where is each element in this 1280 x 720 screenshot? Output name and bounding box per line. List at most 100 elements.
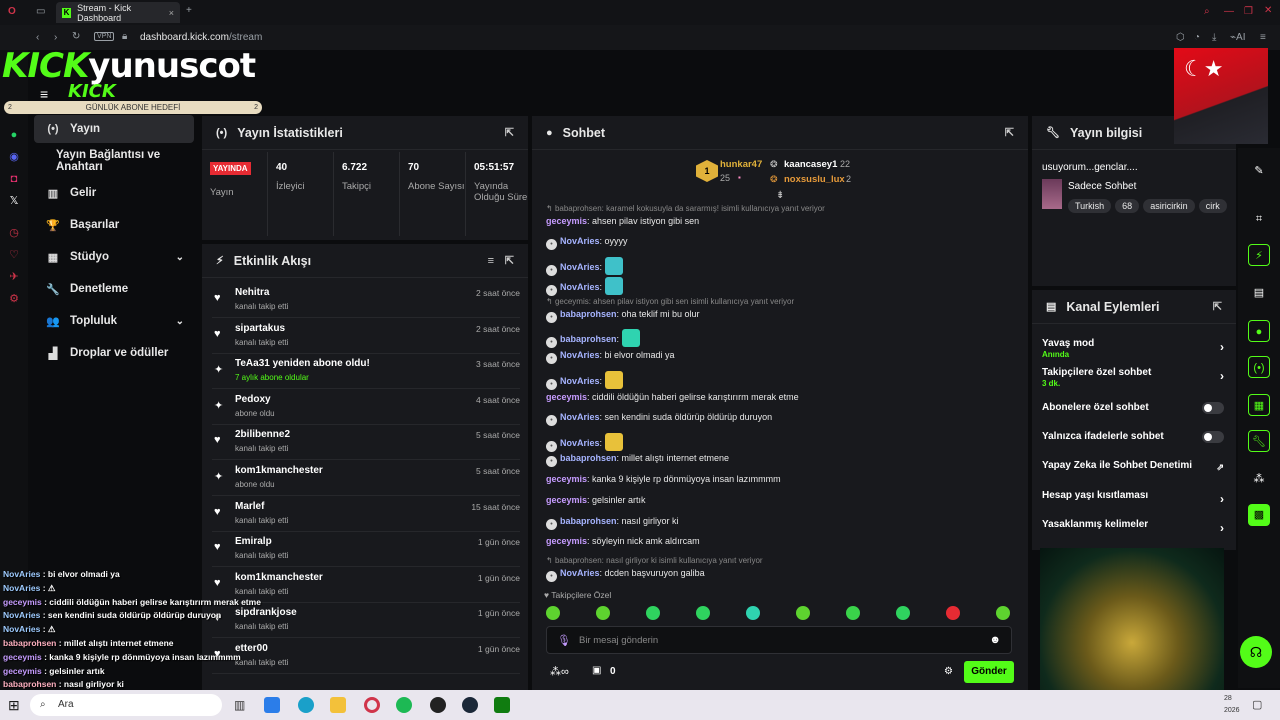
search-tabs-icon[interactable]: ⌕: [1204, 6, 1210, 17]
discord-icon[interactable]: ◉: [7, 150, 21, 164]
emote-icon[interactable]: [596, 606, 610, 620]
emote-icon[interactable]: [946, 606, 960, 620]
notification-icon[interactable]: ▢: [1252, 698, 1262, 711]
filter-icon[interactable]: ≡: [488, 255, 494, 267]
chat-username[interactable]: geceymis: [546, 495, 587, 505]
broadcast-icon[interactable]: (•): [1248, 356, 1270, 378]
top-gifter-3[interactable]: noxsuslu_lux: [784, 174, 845, 185]
chat-message[interactable]: • NovAries:: [546, 371, 623, 390]
extension-icon[interactable]: ⬡: [1176, 32, 1185, 43]
nav-stream-key[interactable]: Yayın Bağlantısı ve Anahtarı: [34, 147, 194, 175]
nav-droplar[interactable]: ▟ Droplar ve ödüller: [34, 339, 194, 367]
banned-words-row[interactable]: Yasaklanmış kelimeler ›: [1042, 519, 1224, 535]
nav-basarilar[interactable]: 🏆 Başarılar: [34, 211, 194, 239]
event-row[interactable]: ✦ TeAa31 yeniden abone oldu! 7 aylık abone…: [212, 355, 520, 390]
chat-bubble-icon[interactable]: ●: [1248, 320, 1270, 342]
outlook-icon[interactable]: [264, 697, 280, 713]
chat-username[interactable]: NovAries: [560, 350, 600, 360]
obs-icon[interactable]: [430, 697, 446, 713]
emote-icon[interactable]: [646, 606, 660, 620]
gift-box-icon[interactable]: ▣: [592, 665, 601, 676]
nav-denetleme[interactable]: 🔧 Denetleme: [34, 275, 194, 303]
subs-chat-toggle[interactable]: [1202, 402, 1224, 414]
clock-year[interactable]: 2026: [1224, 707, 1240, 714]
chat-username[interactable]: NovAries: [560, 262, 600, 272]
event-row[interactable]: ♥ Marlef kanalı takip etti 15 saat önce: [212, 498, 520, 532]
chat-message[interactable]: • NovAries: sen kendini suda öldürüp öldü…: [546, 412, 772, 426]
chat-message[interactable]: geceymis: söyleyin nick amk aldırcam: [546, 536, 700, 546]
chat-username[interactable]: NovAries: [560, 438, 600, 448]
opera-icon[interactable]: [364, 697, 380, 713]
pencil-icon[interactable]: ✎: [1248, 160, 1270, 182]
emote-icon[interactable]: [746, 606, 760, 620]
emoji-icon[interactable]: ☻: [989, 634, 1001, 646]
tab-stream[interactable]: K Stream - Kick Dashboard ×: [56, 2, 180, 23]
chat-username[interactable]: babaprohsen: [560, 516, 617, 526]
window-close-icon[interactable]: ✕: [1264, 5, 1272, 16]
points-icon[interactable]: ⁂: [1248, 468, 1270, 490]
chat-username[interactable]: babaprohsen: [560, 453, 617, 463]
tag[interactable]: cirk: [1198, 199, 1227, 213]
category-name[interactable]: Sadece Sohbet: [1068, 181, 1136, 192]
event-row[interactable]: ✦ Pedoxy abone oldu 4 saat önce: [212, 391, 520, 425]
tag[interactable]: asiricirkin: [1143, 199, 1195, 213]
minimize-icon[interactable]: —: [1224, 6, 1234, 17]
chat-input[interactable]: 🎙︎ Bir mesaj gönderin ☻: [546, 626, 1012, 654]
points-icon[interactable]: ⁂∞: [550, 665, 569, 678]
chat-message[interactable]: • babaprohsen: oha teklif mi bu olur: [546, 309, 700, 323]
back-icon[interactable]: ‹: [36, 32, 39, 43]
history-icon[interactable]: ◷: [7, 226, 21, 240]
emote-icon[interactable]: [996, 606, 1010, 620]
wrench-icon[interactable]: 🔧︎: [1248, 430, 1270, 452]
new-tab-icon[interactable]: +: [186, 5, 192, 16]
clock-date[interactable]: 28: [1224, 695, 1232, 702]
chat-username[interactable]: geceymis: [546, 392, 587, 402]
instagram-icon[interactable]: ◘: [7, 172, 21, 186]
x-twitter-icon[interactable]: 𝕏: [7, 194, 21, 208]
taskbar-search[interactable]: ⌕ Ara: [30, 694, 222, 716]
ai-mod-row[interactable]: Yapay Zeka ile Sohbet Denetimi ⇗: [1042, 460, 1224, 472]
whatsapp-icon[interactable]: ●: [7, 128, 21, 142]
chat-message[interactable]: • NovAries:: [546, 277, 623, 296]
clip-icon[interactable]: ⌗: [1248, 208, 1270, 230]
event-row[interactable]: ♥ Nehitra kanalı takip etti 2 saat önce: [212, 284, 520, 318]
hamburger-menu-icon[interactable]: ≡: [40, 86, 48, 102]
pinboard-icon[interactable]: ✈: [7, 270, 21, 284]
chat-message[interactable]: • NovAries:: [546, 257, 623, 276]
chat-message[interactable]: geceymis: ciddili öldüğün haberi gelirse…: [546, 392, 799, 402]
url-field[interactable]: dashboard.kick.com/stream: [140, 32, 262, 43]
event-row[interactable]: ♥ Emiralp kanalı takip etti 1 gün önce: [212, 533, 520, 568]
chat-username[interactable]: geceymis: [546, 474, 587, 484]
event-row[interactable]: ♥ sipdrankjose kanalı takip etti 1 gün önce: [212, 604, 520, 639]
vpn-badge[interactable]: VPN: [94, 32, 115, 41]
ai-button[interactable]: ⌁AI: [1230, 32, 1245, 43]
lightning-icon[interactable]: ⚡︎: [1248, 244, 1270, 266]
event-row[interactable]: ♥ etter00 kanalı takip etti 1 gün önce: [212, 640, 520, 674]
chat-username[interactable]: NovAries: [560, 236, 600, 246]
actions-icon[interactable]: ▦: [1248, 394, 1270, 416]
chat-username[interactable]: geceymis: [546, 536, 587, 546]
clapper-icon[interactable]: ▩: [1248, 504, 1270, 526]
chat-username[interactable]: NovAries: [560, 568, 600, 578]
chat-message[interactable]: geceymis: gelsinler artık: [546, 495, 646, 505]
nav-yayin[interactable]: (•) Yayın: [34, 115, 194, 143]
emote-icon[interactable]: [846, 606, 860, 620]
tag[interactable]: 68: [1115, 199, 1140, 213]
browser-menu-icon[interactable]: ≡: [1260, 32, 1266, 43]
tab-menu-icon[interactable]: ▭: [36, 6, 45, 17]
popout-icon[interactable]: ⇱: [1005, 126, 1014, 139]
task-view-icon[interactable]: ▥: [234, 698, 245, 712]
chat-message[interactable]: geceymis: kanka 9 kişiyle rp dönmüyoya i…: [546, 474, 781, 484]
age-restrict-row[interactable]: Hesap yaşı kısıtlaması ›: [1042, 490, 1224, 506]
gear-icon[interactable]: ⚙: [944, 666, 953, 677]
forward-icon[interactable]: ›: [54, 32, 57, 43]
chat-username[interactable]: NovAries: [560, 412, 600, 422]
mic-icon[interactable]: 🎙︎: [557, 634, 571, 647]
popout-icon[interactable]: ⇱: [505, 126, 514, 139]
xbox-icon[interactable]: [494, 697, 510, 713]
send-button[interactable]: Gönder: [964, 661, 1014, 683]
edge-icon[interactable]: [298, 697, 314, 713]
nav-topluluk[interactable]: 👥 Topluluk ⌄: [34, 307, 194, 335]
expand-chevron-icon[interactable]: ⇟: [776, 190, 784, 201]
top-gifter-2[interactable]: kaancasey1: [784, 159, 837, 170]
